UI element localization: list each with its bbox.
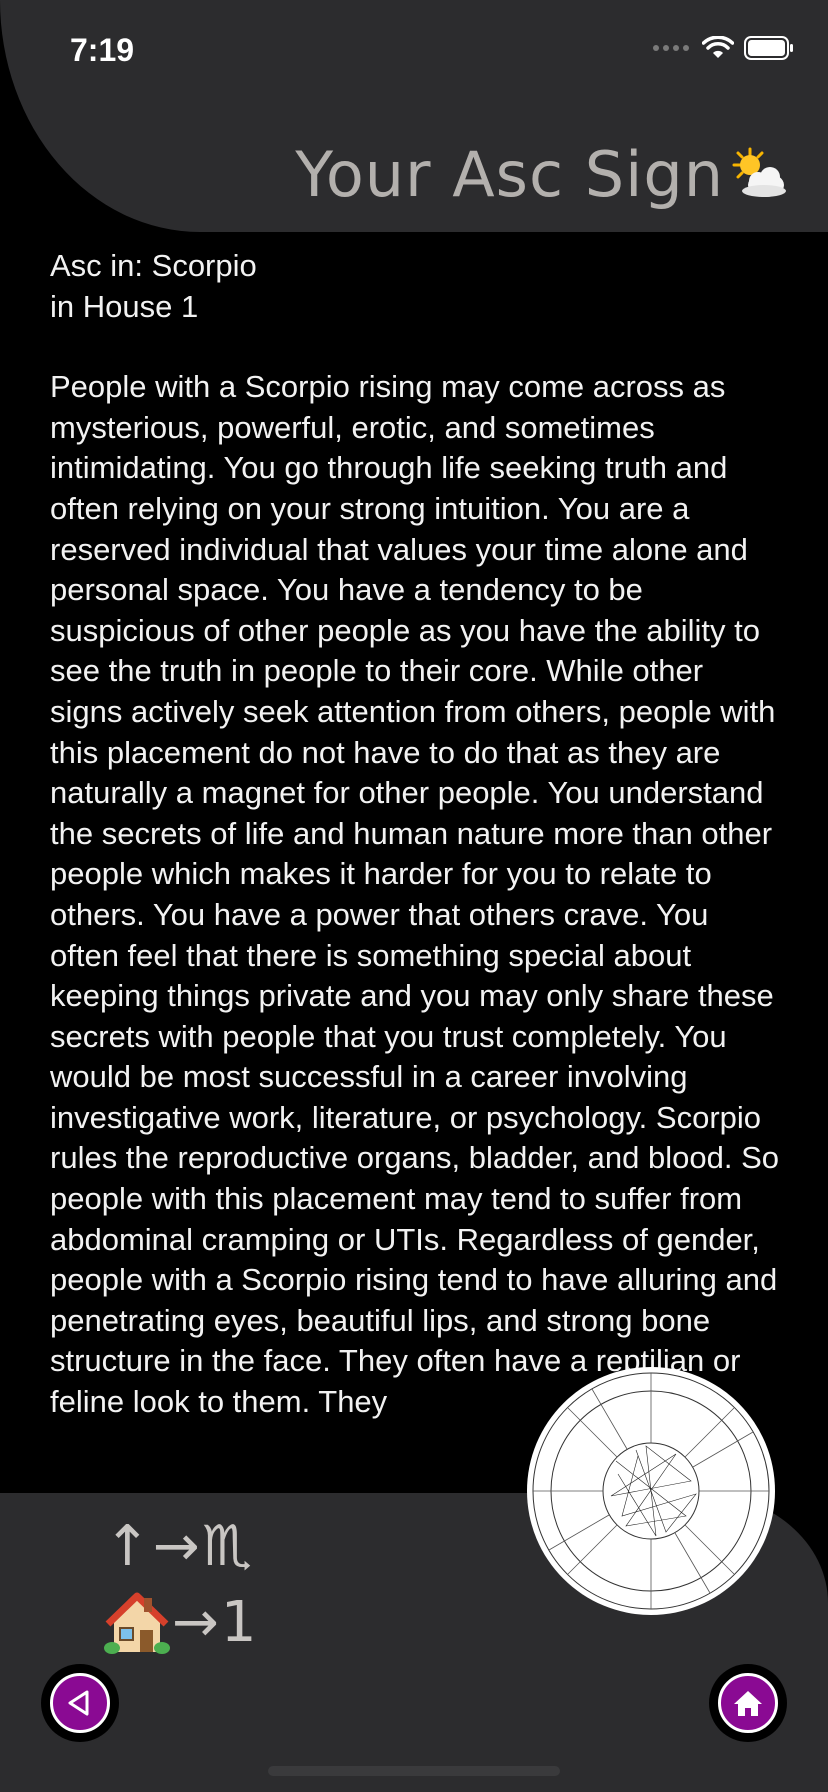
back-button[interactable] xyxy=(41,1664,119,1742)
ascendant-arrow-icon: ↑ xyxy=(104,1514,151,1579)
status-icons xyxy=(652,36,794,60)
right-arrow-icon: → xyxy=(152,1514,200,1579)
home-indicator xyxy=(268,1766,560,1776)
battery-icon xyxy=(744,36,793,60)
asc-sign-legend: ↑ → ♏ xyxy=(104,1514,252,1579)
signal-icon xyxy=(653,45,689,51)
home-icon xyxy=(734,1691,762,1716)
right-arrow-icon: → xyxy=(172,1590,219,1655)
asc-description-body: People with a Scorpio rising may come ac… xyxy=(50,369,779,1420)
wifi-icon xyxy=(702,36,734,58)
home-button-inner xyxy=(718,1673,778,1733)
back-button-inner xyxy=(50,1673,110,1733)
header: 7:19 Your Asc Sign xyxy=(0,0,828,232)
scorpio-glyph-icon: ♏ xyxy=(201,1514,253,1579)
sun-behind-cloud-icon xyxy=(732,147,786,197)
asc-sign-line: Asc in: Scorpio xyxy=(50,248,257,283)
house-icon xyxy=(104,1592,170,1654)
back-triangle-icon xyxy=(68,1690,89,1716)
house-legend: → 1 xyxy=(104,1590,257,1655)
home-button[interactable] xyxy=(709,1664,787,1742)
page-title: Your Asc Sign xyxy=(295,138,788,211)
status-time: 7:19 xyxy=(70,32,135,68)
asc-house-line: in House 1 xyxy=(50,288,199,324)
house-number: 1 xyxy=(220,1590,257,1655)
page-title-text: Your Asc Sign xyxy=(295,138,724,211)
asc-description: Asc in: Scorpio in House 1 People with a… xyxy=(50,246,780,1492)
natal-chart-wheel[interactable] xyxy=(526,1366,776,1616)
